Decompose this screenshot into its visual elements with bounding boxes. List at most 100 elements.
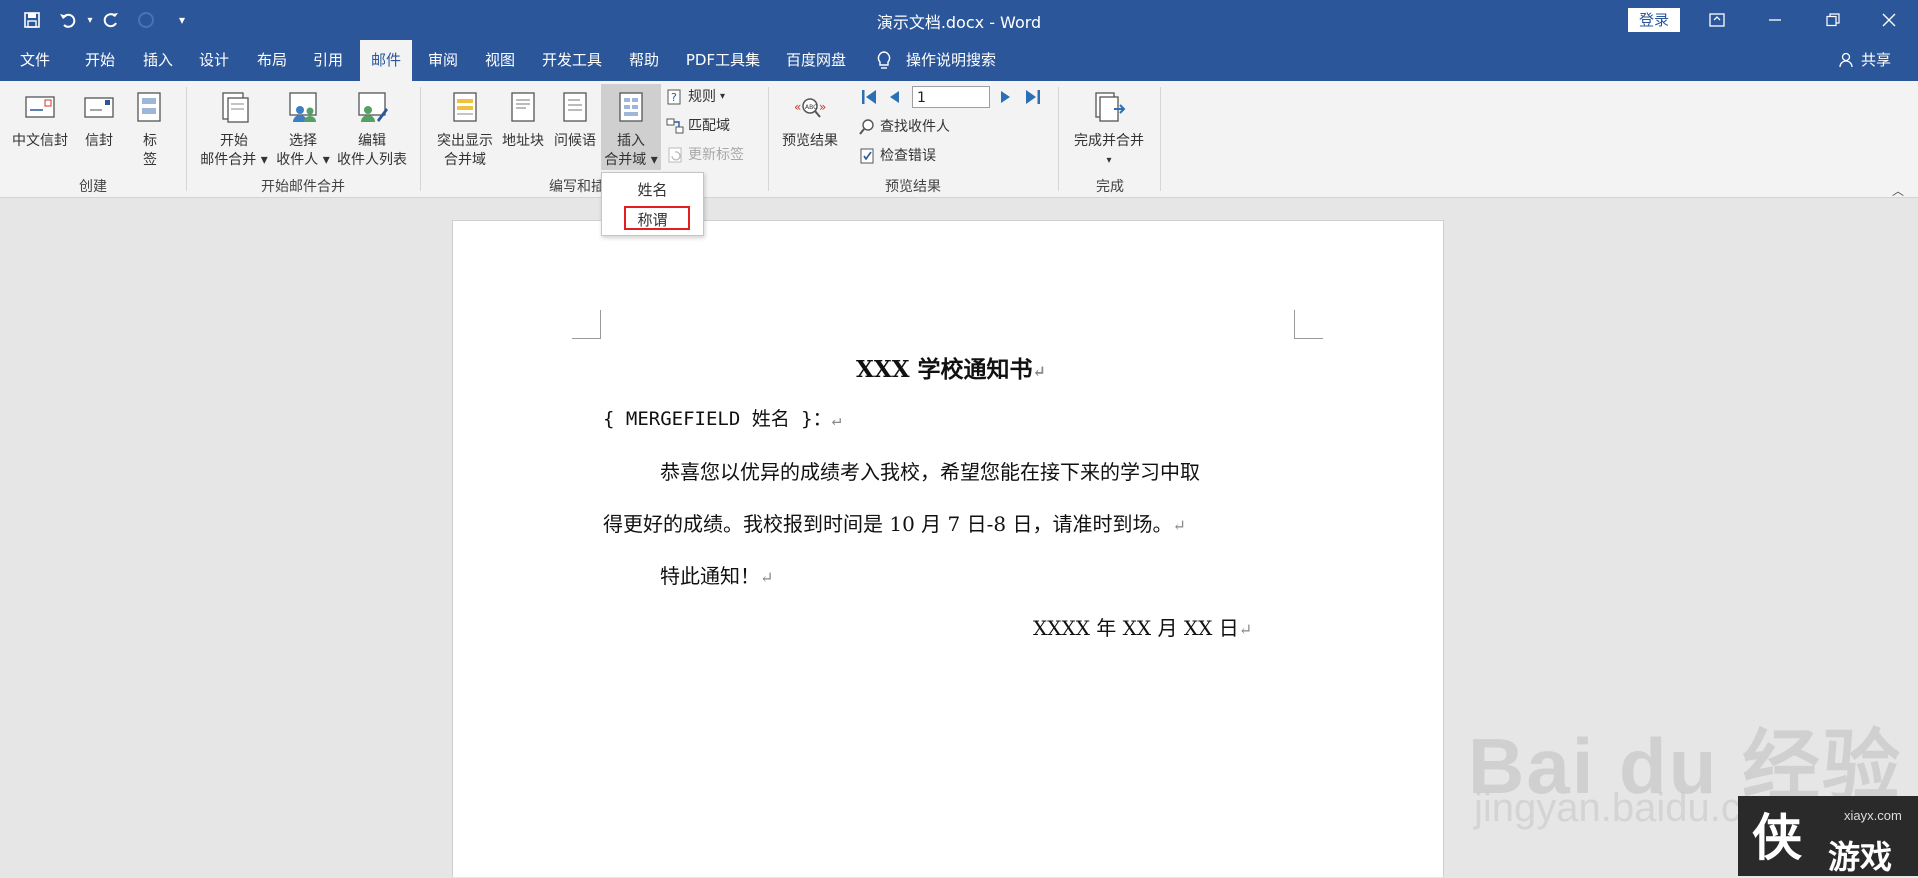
select-recipients-label-1: 选择 xyxy=(289,133,317,149)
greeting-line-icon xyxy=(563,92,587,122)
insert-merge-field-button[interactable]: 插入 合并域 ▾ xyxy=(601,90,661,170)
record-number-input[interactable]: 1 xyxy=(912,86,990,108)
corner-glyph-icon: 侠 xyxy=(1752,809,1802,867)
envelopes-button[interactable]: 信封 xyxy=(74,90,124,151)
svg-text:ABC: ABC xyxy=(805,104,817,111)
greeting-line-button[interactable]: 问候语 xyxy=(550,90,600,151)
first-record-icon[interactable] xyxy=(860,88,878,110)
tab-view[interactable]: 视图 xyxy=(474,40,526,81)
select-recipients-icon xyxy=(289,92,317,122)
finish-merge-label: 完成并合并 xyxy=(1074,133,1144,149)
tab-developer[interactable]: 开发工具 xyxy=(536,40,608,81)
envelope-icon xyxy=(25,96,55,118)
tab-pdf-tools[interactable]: PDF工具集 xyxy=(682,40,764,81)
labels-icon xyxy=(137,92,161,122)
rules-button[interactable]: ? 规则 ▾ xyxy=(666,86,725,108)
labels-button[interactable]: 标 签 xyxy=(126,90,174,170)
group-label-start-merge: 开始邮件合并 xyxy=(261,179,345,195)
update-labels-label: 更新标签 xyxy=(688,147,744,163)
group-separator xyxy=(186,87,187,191)
tab-review[interactable]: 审阅 xyxy=(418,40,468,81)
mergefield-line[interactable]: { MERGEFIELD 姓名 }：↵ xyxy=(603,404,841,431)
chinese-envelope-label: 中文信封 xyxy=(12,133,68,149)
highlight-fields-icon xyxy=(453,92,477,122)
edit-recipient-list-label-2: 收件人列表 xyxy=(337,152,407,168)
address-block-label: 地址块 xyxy=(502,133,544,149)
share-user-icon xyxy=(1838,52,1854,72)
envelopes-label: 信封 xyxy=(85,133,113,149)
highlight-box xyxy=(624,206,690,230)
tab-insert[interactable]: 插入 xyxy=(132,40,184,81)
highlight-label-1: 突出显示 xyxy=(437,133,493,149)
rules-label: 规则 xyxy=(688,89,716,105)
tab-mailings[interactable]: 邮件 xyxy=(360,40,412,81)
corner-site: xiayx.com xyxy=(1844,808,1902,823)
tab-home[interactable]: 开始 xyxy=(74,40,126,81)
last-record-icon[interactable] xyxy=(1024,88,1042,110)
minimize-icon[interactable] xyxy=(1746,0,1804,40)
start-mail-merge-label-2: 邮件合并 ▾ xyxy=(200,152,268,168)
restore-icon[interactable] xyxy=(1804,0,1862,40)
tab-help[interactable]: 帮助 xyxy=(620,40,668,81)
start-mail-merge-label-1: 开始 xyxy=(220,133,248,149)
match-fields-button[interactable]: 匹配域 xyxy=(666,115,730,137)
svg-text:?: ? xyxy=(671,91,677,104)
labels-label-2: 签 xyxy=(143,152,157,168)
tell-me-search[interactable]: 操作说明搜索 xyxy=(906,40,1016,81)
paragraph-1-line-2[interactable]: 得更好的成绩。我校报到时间是 10 月 7 日-8 日，请准时到场。↵ xyxy=(603,508,1186,537)
date-line[interactable]: XXXX 年 XX 月 XX 日↵ xyxy=(1033,612,1252,641)
select-recipients-label-2: 收件人 ▾ xyxy=(276,152,330,168)
edit-recipient-list-icon xyxy=(358,92,388,122)
find-recipient-label: 查找收件人 xyxy=(880,119,950,135)
ribbon-display-options-icon[interactable] xyxy=(1688,0,1746,40)
check-errors-icon xyxy=(860,148,874,164)
paragraph-2[interactable]: 特此通知！↵ xyxy=(660,560,773,589)
check-errors-button[interactable]: 检查错误 xyxy=(858,145,936,167)
dropdown-item-name[interactable]: 姓名 xyxy=(602,179,703,200)
envelope-icon xyxy=(84,97,114,118)
find-recipient-button[interactable]: 查找收件人 xyxy=(858,116,950,138)
svg-text:«: « xyxy=(794,100,801,114)
rules-icon: ? xyxy=(667,89,681,105)
lightbulb-icon xyxy=(876,50,892,76)
preview-results-button[interactable]: « ABC» 预览结果 xyxy=(776,90,844,151)
group-separator xyxy=(768,87,769,191)
group-label-finish: 完成 xyxy=(1096,179,1124,195)
greeting-line-label: 问候语 xyxy=(554,133,596,149)
edit-recipient-list-button[interactable]: 编辑 收件人列表 xyxy=(330,90,414,170)
tab-baidu-netdisk[interactable]: 百度网盘 xyxy=(780,40,852,81)
tab-design[interactable]: 设计 xyxy=(188,40,240,81)
document-heading[interactable]: XXX 学校通知书↵ xyxy=(856,350,1046,384)
previous-record-icon[interactable] xyxy=(886,88,902,110)
address-block-icon xyxy=(511,92,535,122)
select-recipients-button[interactable]: 选择 收件人 ▾ xyxy=(268,90,338,170)
next-record-icon[interactable] xyxy=(998,88,1014,110)
login-button[interactable]: 登录 xyxy=(1628,8,1680,32)
highlight-merge-fields-button[interactable]: 突出显示 合并域 xyxy=(430,90,500,170)
group-label-create: 创建 xyxy=(79,179,107,195)
corner-logo: xiayx.com 侠 游戏 xyxy=(1738,796,1918,876)
labels-label-1: 标 xyxy=(143,133,157,149)
tab-references[interactable]: 引用 xyxy=(302,40,354,81)
tab-file[interactable]: 文件 xyxy=(8,40,62,81)
group-label-preview: 预览结果 xyxy=(885,179,941,195)
start-mail-merge-icon xyxy=(222,92,249,123)
svg-text:»: » xyxy=(819,100,826,114)
start-mail-merge-button[interactable]: 开始 邮件合并 ▾ xyxy=(196,90,272,170)
preview-results-icon: « ABC» xyxy=(794,98,826,118)
group-separator xyxy=(1058,87,1059,191)
collapse-ribbon-icon[interactable]: ︿ xyxy=(1892,182,1904,199)
margin-corner-right xyxy=(1294,310,1323,339)
address-block-button[interactable]: 地址块 xyxy=(498,90,548,151)
chinese-envelope-button[interactable]: 中文信封 xyxy=(6,90,74,151)
close-icon[interactable] xyxy=(1860,0,1918,40)
update-labels-icon xyxy=(668,147,682,163)
paragraph-1-line-1[interactable]: 恭喜您以优异的成绩考入我校，希望您能在接下来的学习中取 xyxy=(660,456,1200,485)
tab-layout[interactable]: 布局 xyxy=(246,40,298,81)
group-separator xyxy=(420,87,421,191)
finish-merge-dropdown-icon: ▾ xyxy=(1106,155,1112,166)
share-button[interactable]: 共享 xyxy=(1856,40,1896,81)
finish-merge-button[interactable]: 完成并合并 ▾ xyxy=(1064,90,1154,170)
preview-results-label: 预览结果 xyxy=(782,133,838,149)
match-fields-label: 匹配域 xyxy=(688,118,730,134)
